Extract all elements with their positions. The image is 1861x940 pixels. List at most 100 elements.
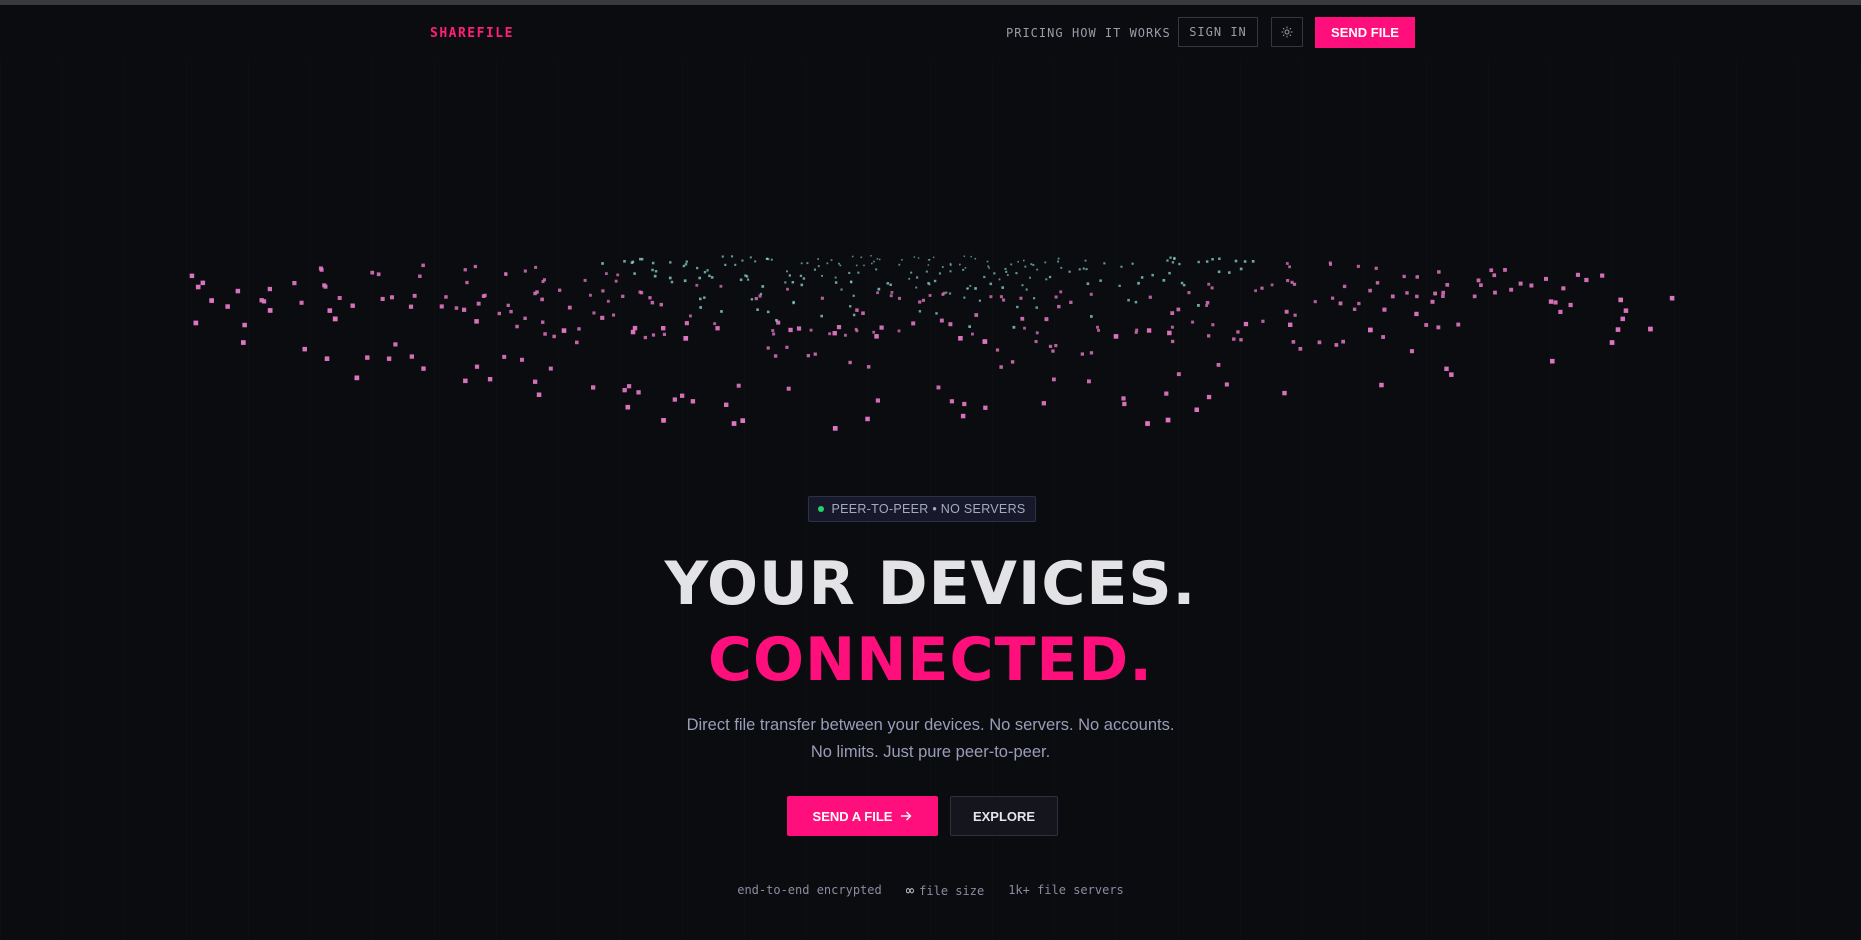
particle [542, 278, 546, 282]
particle [865, 416, 870, 422]
particle [1048, 344, 1053, 348]
particle [1550, 358, 1555, 364]
particle [875, 268, 878, 271]
particle [999, 295, 1003, 299]
particle [978, 299, 981, 302]
particle [682, 264, 686, 268]
particle [989, 295, 993, 299]
particle [523, 269, 527, 273]
particle [523, 316, 527, 320]
particle [1284, 309, 1289, 314]
particle [1239, 267, 1243, 271]
particle [913, 256, 916, 258]
particle [1216, 363, 1221, 367]
particle [1097, 328, 1100, 332]
particle [788, 274, 791, 277]
particle [390, 295, 394, 300]
particle [802, 277, 806, 280]
particle [756, 308, 759, 311]
particle [721, 255, 724, 258]
particle [1194, 407, 1199, 412]
particle [627, 384, 632, 389]
particle [968, 325, 971, 328]
particle [1553, 300, 1558, 305]
sign-in-button[interactable]: SIGN IN [1178, 17, 1258, 47]
particle [915, 286, 918, 289]
particle [749, 256, 752, 259]
particle [929, 259, 931, 261]
particle [680, 393, 685, 398]
particle [684, 263, 688, 266]
particle [421, 366, 426, 371]
particle [715, 326, 720, 331]
particle [242, 322, 247, 328]
particle [299, 300, 304, 305]
particle [1254, 289, 1257, 293]
particle [993, 272, 996, 275]
particle [848, 271, 851, 274]
particle [949, 292, 952, 295]
particle [983, 275, 986, 279]
particle [1146, 328, 1152, 333]
particle [633, 272, 636, 275]
send-file-button[interactable]: SEND FILE [1315, 17, 1415, 48]
particle [1197, 304, 1200, 307]
particle [775, 319, 778, 322]
logo[interactable]: SHAREFILE [430, 26, 514, 41]
particle [640, 291, 644, 295]
particle [1127, 298, 1130, 302]
particle [540, 297, 544, 302]
particle [741, 259, 744, 262]
particle [1025, 288, 1028, 291]
particle [918, 300, 922, 304]
particle [1191, 320, 1195, 324]
theme-toggle-button[interactable] [1271, 17, 1303, 47]
particle [1430, 299, 1435, 304]
particle [832, 331, 837, 336]
send-a-file-button[interactable]: SEND A FILE [787, 796, 938, 836]
particle [817, 265, 820, 268]
particle [575, 340, 579, 345]
particle [1206, 394, 1212, 400]
particle [1285, 262, 1289, 265]
particle [1402, 274, 1406, 279]
particle [963, 296, 966, 299]
particle [1415, 275, 1419, 279]
particle [474, 319, 479, 324]
particle [623, 260, 626, 263]
particle [699, 297, 702, 301]
nav-link-pricing[interactable]: PRICING [1006, 26, 1064, 40]
particle [1368, 327, 1373, 333]
particle [1286, 279, 1290, 283]
particle [1035, 306, 1038, 309]
explore-button[interactable]: EXPLORE [950, 796, 1058, 836]
particle [1170, 325, 1174, 329]
particle [1016, 305, 1019, 309]
particle [1270, 283, 1274, 287]
particle [558, 288, 562, 292]
particle [661, 326, 666, 331]
particle [659, 302, 663, 307]
particle [1020, 316, 1025, 321]
particle [502, 354, 507, 359]
particle [605, 272, 608, 275]
particle [583, 278, 587, 282]
particle [873, 260, 875, 263]
particle [1021, 284, 1024, 287]
particle [322, 283, 327, 288]
particle [625, 404, 631, 410]
particle [1207, 334, 1211, 338]
particle [969, 284, 972, 287]
particle [1210, 286, 1214, 290]
headline-line-1: YOUR DEVICES. [664, 549, 1197, 619]
nav-link-how-it-works[interactable]: HOW IT WORKS [1072, 26, 1171, 40]
particle [689, 314, 692, 318]
hero-subtitle: Direct file transfer between your device… [0, 712, 1861, 766]
particle [921, 298, 925, 302]
particle [601, 262, 604, 265]
particle [852, 313, 856, 317]
particle [1084, 259, 1087, 262]
particle [761, 285, 765, 288]
particle [1057, 257, 1060, 260]
stat-encryption: end-to-end encrypted [737, 883, 882, 899]
